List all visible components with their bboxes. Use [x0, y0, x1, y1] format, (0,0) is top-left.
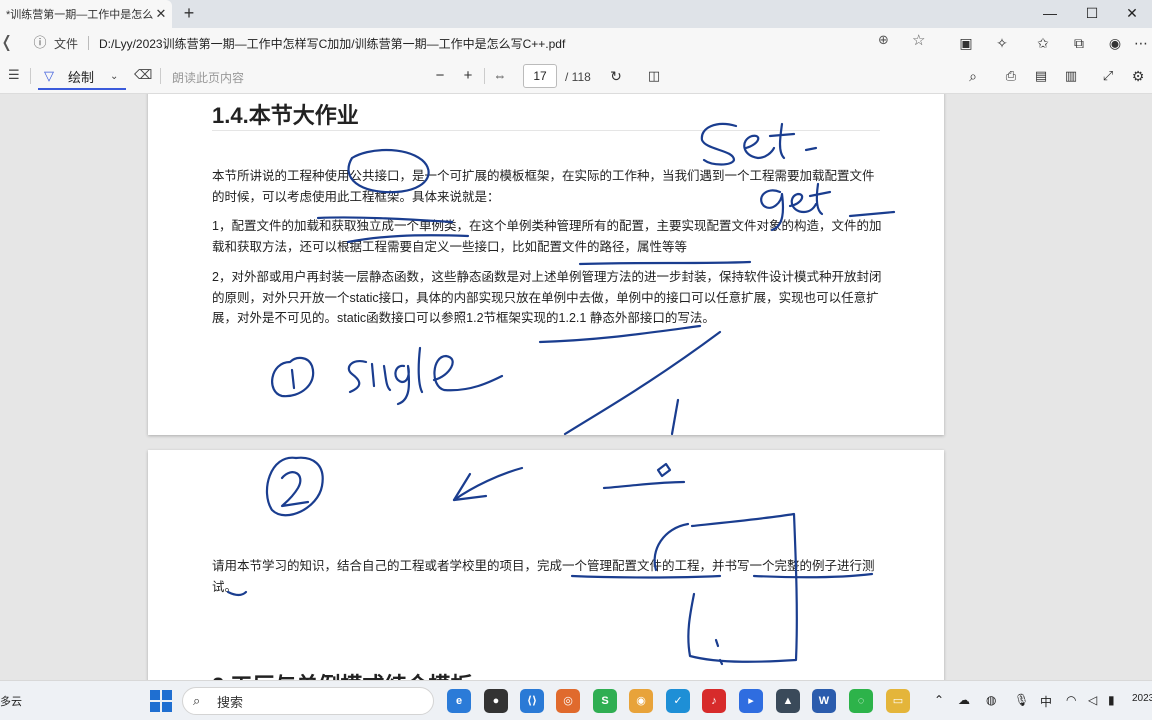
terminal-app-icon[interactable]: ▲	[776, 689, 800, 713]
read-aloud-button[interactable]: 朗读此页内容	[172, 69, 244, 86]
tab-title: *训练营第一期—工作中是怎么写	[6, 9, 154, 21]
settings-gear-icon[interactable]: ⚙	[1128, 66, 1148, 86]
info-icon[interactable]: ⓘ	[30, 33, 50, 53]
paragraph-task: 请用本节学习的知识，结合自己的工程或者学校里的项目，完成一个管理配置文件的工程，…	[212, 559, 875, 594]
app-icon[interactable]: ✓	[666, 689, 690, 713]
ubuntu-app-icon[interactable]: ◎	[556, 689, 580, 713]
app-icon[interactable]: ▸	[739, 689, 763, 713]
netease-music-app-icon[interactable]: ♪	[702, 689, 726, 713]
pdf-page: 请用本节学习的知识，结合自己的工程或者学校里的项目，完成一个管理配置文件的工程，…	[148, 450, 944, 680]
favorite-star-icon[interactable]: ☆	[912, 31, 932, 49]
back-icon[interactable]: ❬	[0, 32, 16, 54]
wechat-app-icon[interactable]: ◌	[849, 689, 873, 713]
tab-close-icon[interactable]: ✕	[154, 6, 168, 22]
print-icon[interactable]: ⎙	[1001, 66, 1021, 86]
more-menu-icon[interactable]: ⋯	[1130, 33, 1152, 53]
pdf-toolbar: ☰ ▽ 绘制 ⌄ ⌫ 朗读此页内容 − + ⇔ 17 / 118 ↻ ◫ ⌕ ⎙…	[0, 58, 1152, 94]
wifi-icon[interactable]: ◠	[1066, 693, 1076, 707]
extensions-icon[interactable]: ✧	[991, 33, 1013, 53]
zoom-icon[interactable]: ⊕	[878, 32, 898, 48]
taskbar-search[interactable]: ⌕ 搜索	[182, 687, 434, 715]
fullscreen-icon[interactable]: ⤢	[1098, 66, 1118, 86]
paragraph-point-2: 2，对外部或用户再封装一层静态函数，这些静态函数是对上述单例管理方法的进一步封装…	[212, 270, 882, 325]
address-bar: ❬ ⓘ 文件 D:/Lyy/2023训练营第一期—工作中怎样写C加加/训练营第一…	[0, 28, 1152, 58]
fit-page-icon[interactable]: ⇔	[490, 66, 510, 86]
toolbar-divider	[30, 68, 31, 84]
draw-label: 绘制	[68, 69, 95, 85]
toolbar-divider	[160, 68, 161, 84]
taskbar: 多云 ⌕ 搜索 e ● ⟨⟩ ◎ S ◉ ✓ ♪ ▸ ▲ W ◌ ▭ ⌃ ☁ ◍…	[0, 680, 1152, 720]
word-app-icon[interactable]: W	[812, 689, 836, 713]
search-placeholder: 搜索	[217, 694, 244, 710]
profile-icon[interactable]: ◉	[1104, 33, 1126, 53]
clock[interactable]: 2023	[1132, 693, 1152, 704]
search-icon[interactable]: ⌕	[963, 66, 983, 86]
ime-indicator[interactable]: 中	[1040, 693, 1052, 710]
chevron-down-icon[interactable]: ⌄	[110, 71, 118, 82]
url-scheme-label: 文件	[54, 36, 79, 51]
pdf-viewport[interactable]: 1.4.本节大作业 本节所讲说的工程种使用公共接口，是一个可扩展的模板框架，在实…	[0, 94, 1152, 680]
file-explorer-app-icon[interactable]: ▭	[886, 689, 910, 713]
split-screen-icon[interactable]: ▣	[955, 33, 977, 53]
paragraph-point-1: 1，配置文件的加载和获取独立成一个单例类，在这个单例类种管理所有的配置，主要实现…	[212, 219, 882, 254]
page-number-input[interactable]: 17	[523, 64, 557, 88]
maximize-button[interactable]: ☐	[1072, 0, 1112, 28]
tab-pdf[interactable]: *训练营第一期—工作中是怎么写 ✕	[0, 0, 172, 28]
spreadsheet-app-icon[interactable]: S	[593, 689, 617, 713]
section-heading: 1.4.本节大作业	[212, 103, 359, 128]
url-field[interactable]: ⓘ 文件 D:/Lyy/2023训练营第一期—工作中怎样写C加加/训练营第一期—…	[22, 31, 940, 55]
pdf-page: 1.4.本节大作业 本节所讲说的工程种使用公共接口，是一个可扩展的模板框架，在实…	[148, 94, 944, 435]
page-view-icon[interactable]: ◫	[644, 66, 664, 86]
weather-widget[interactable]: 多云	[0, 693, 22, 709]
edge-app-icon[interactable]: e	[447, 689, 471, 713]
url-text[interactable]: D:/Lyy/2023训练营第一期—工作中怎样写C加加/训练营第一期—工作中是怎…	[99, 35, 565, 52]
save-as-icon[interactable]: ▥	[1061, 66, 1081, 86]
favorites-icon[interactable]: ✩	[1032, 33, 1054, 53]
zoom-out-button[interactable]: −	[430, 66, 450, 86]
contents-toggle-icon[interactable]: ☰	[8, 67, 24, 83]
collections-icon[interactable]: ⧉	[1068, 33, 1090, 53]
heading-underline	[212, 130, 880, 131]
chrome-app-icon[interactable]: ◉	[629, 689, 653, 713]
start-button[interactable]	[150, 690, 172, 712]
save-icon[interactable]: ▤	[1031, 66, 1051, 86]
paragraph-intro: 本节所讲说的工程种使用公共接口，是一个可扩展的模板框架，在实际的工作种，当我们遇…	[212, 169, 875, 204]
close-window-button[interactable]: ✕	[1112, 0, 1152, 28]
tab-strip: *训练营第一期—工作中是怎么写 ✕ + — ☐ ✕	[0, 0, 1152, 28]
rotate-icon[interactable]: ↻	[606, 66, 626, 86]
page-total: / 118	[565, 70, 591, 84]
cloud-icon[interactable]: ☁	[958, 693, 970, 707]
app-tray-icon[interactable]: ◍	[986, 693, 996, 707]
new-tab-button[interactable]: +	[178, 3, 200, 25]
tray-chevron-icon[interactable]: ⌃	[934, 693, 944, 707]
toolbar-divider	[484, 68, 485, 84]
eraser-icon[interactable]: ⌫	[134, 67, 152, 83]
pen-icon: ▽	[44, 68, 54, 83]
next-section-heading: 2.工厂与单例模式结合模板	[212, 668, 472, 680]
vscode-app-icon[interactable]: ⟨⟩	[520, 689, 544, 713]
search-icon: ⌕	[193, 693, 201, 708]
draw-button[interactable]: ▽ 绘制 ⌄	[38, 64, 126, 90]
volume-icon[interactable]: ◁	[1088, 693, 1097, 707]
url-separator	[88, 36, 90, 50]
battery-icon[interactable]: ▮	[1108, 693, 1115, 707]
obs-app-icon[interactable]: ●	[484, 689, 508, 713]
microphone-icon[interactable]: 🎙	[1014, 693, 1029, 707]
minimize-button[interactable]: —	[1030, 0, 1070, 28]
zoom-in-button[interactable]: +	[458, 66, 478, 86]
